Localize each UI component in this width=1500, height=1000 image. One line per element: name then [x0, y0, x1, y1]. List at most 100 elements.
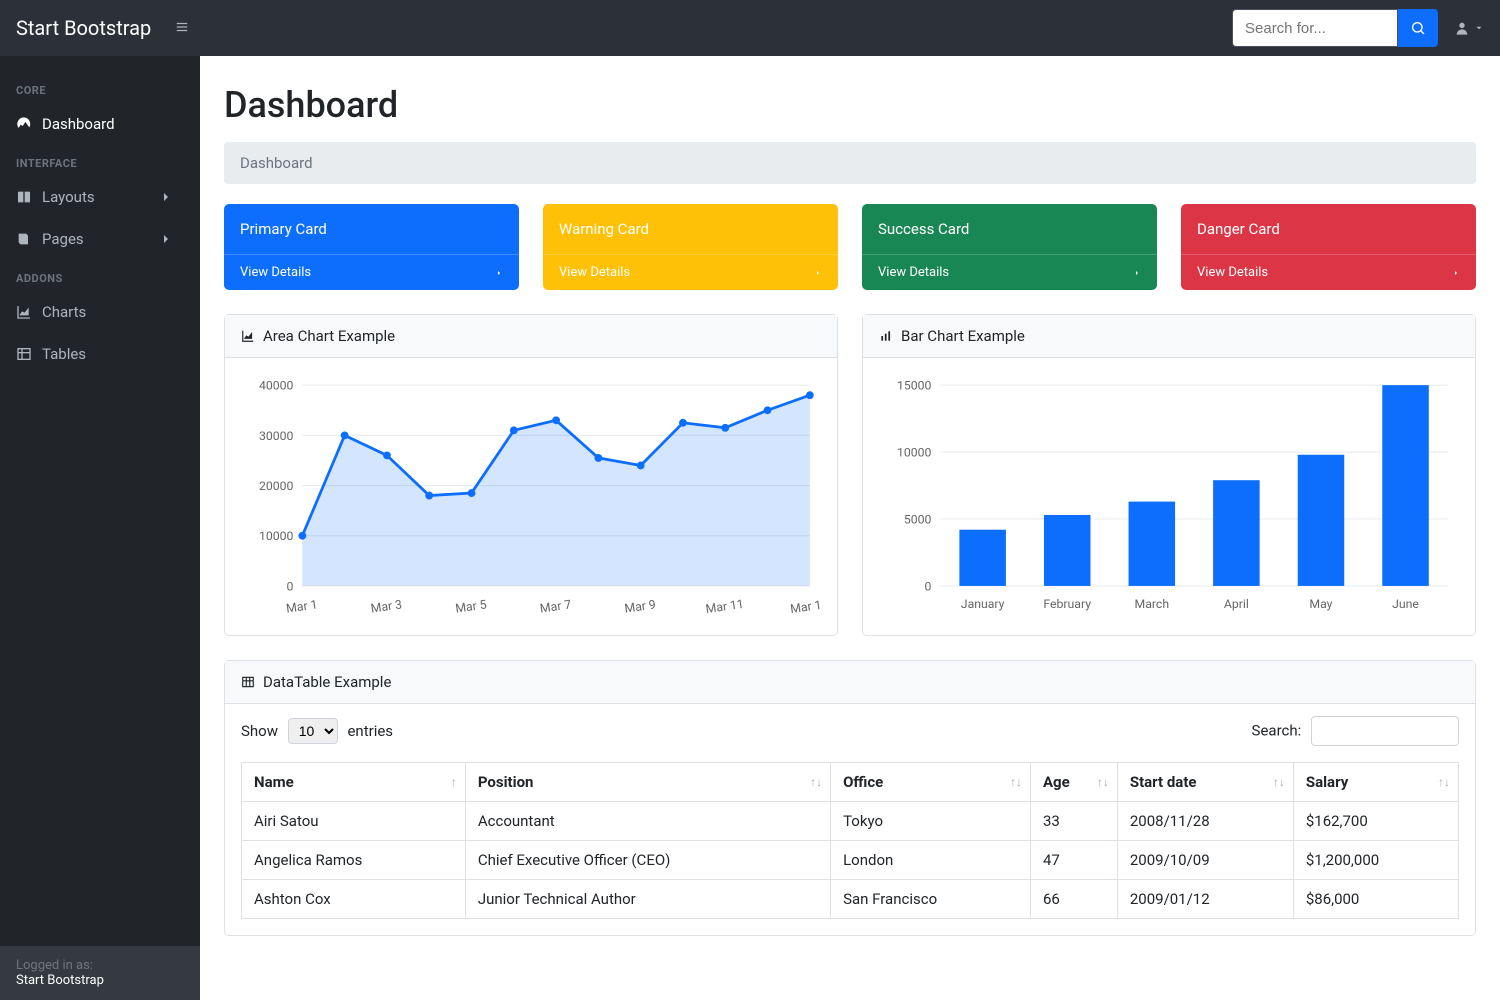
- table-search-input[interactable]: [1311, 716, 1459, 746]
- page-title: Dashboard: [224, 84, 1476, 126]
- sort-icon: ↑↓: [1438, 775, 1450, 789]
- svg-text:Mar 7: Mar 7: [539, 597, 572, 615]
- book-icon: [16, 231, 32, 247]
- datatable-panel: DataTable Example Show 10 entries Search…: [224, 660, 1476, 936]
- sidebar: COREDashboardINTERFACELayoutsPagesADDONS…: [0, 56, 200, 1000]
- brand[interactable]: Start Bootstrap: [16, 16, 151, 40]
- area-chart-title: Area Chart Example: [263, 327, 395, 345]
- area-chart-icon: [241, 329, 255, 343]
- table-search: Search:: [1252, 716, 1459, 746]
- breadcrumb: Dashboard: [224, 142, 1476, 184]
- logged-in-user: Start Bootstrap: [16, 973, 184, 988]
- hamburger-icon: [175, 20, 189, 34]
- chevron-right-icon: [158, 231, 174, 247]
- bar-chart-panel: Bar Chart Example 050001000015000January…: [862, 314, 1476, 636]
- stat-card-1: Warning CardView Details: [543, 204, 838, 290]
- area-chart: 0 10000 20000 30000 40000 Mar 1 Mar 3 Mar 5 Mar …: [241, 374, 821, 619]
- sort-icon: ↑↓: [1010, 775, 1022, 789]
- svg-text:20000: 20000: [259, 479, 294, 493]
- svg-text:April: April: [1224, 597, 1249, 611]
- sort-icon: ↑↓: [1097, 775, 1109, 789]
- col-age[interactable]: Age↑↓: [1030, 763, 1117, 802]
- stat-card-title: Primary Card: [224, 204, 519, 254]
- svg-text:0: 0: [287, 579, 294, 593]
- svg-text:February: February: [1043, 597, 1091, 611]
- nav-heading: INTERFACE: [0, 145, 200, 176]
- svg-text:June: June: [1392, 597, 1419, 611]
- table-row: Angelica RamosChief Executive Officer (C…: [242, 841, 1459, 880]
- top-bar: Start Bootstrap: [0, 0, 1500, 56]
- logged-in-label: Logged in as:: [16, 958, 184, 973]
- nav-heading: ADDONS: [0, 260, 200, 291]
- svg-text:5000: 5000: [904, 512, 932, 526]
- user-menu[interactable]: [1454, 20, 1484, 36]
- svg-text:40000: 40000: [259, 379, 294, 393]
- chevron-right-icon: [814, 267, 822, 279]
- chevron-right-icon: [495, 267, 503, 279]
- entries-select[interactable]: 10: [288, 718, 338, 744]
- svg-text:15000: 15000: [897, 379, 932, 393]
- svg-text:Mar 1: Mar 1: [285, 597, 318, 615]
- svg-text:30000: 30000: [259, 429, 294, 443]
- svg-text:0: 0: [925, 579, 932, 593]
- svg-text:Mar 5: Mar 5: [454, 597, 487, 615]
- area-chart-panel: Area Chart Example 0 10000 20000 30000 40000…: [224, 314, 838, 636]
- sidebar-item-tables[interactable]: Tables: [0, 333, 200, 375]
- chevron-right-icon: [1133, 267, 1141, 279]
- chevron-right-icon: [158, 189, 174, 205]
- stat-card-title: Warning Card: [543, 204, 838, 254]
- stat-card-2: Success CardView Details: [862, 204, 1157, 290]
- table-icon: [16, 346, 32, 362]
- search-icon: [1410, 20, 1426, 36]
- nav-heading: CORE: [0, 72, 200, 103]
- svg-text:Mar 9: Mar 9: [624, 597, 657, 615]
- col-office[interactable]: Office↑↓: [831, 763, 1031, 802]
- stat-card-link[interactable]: View Details: [543, 254, 838, 290]
- stat-card-link[interactable]: View Details: [1181, 254, 1476, 290]
- datatable-title: DataTable Example: [263, 673, 391, 691]
- table-icon: [241, 675, 255, 689]
- sort-icon: ↑↓: [1273, 775, 1285, 789]
- chevron-right-icon: [1452, 267, 1460, 279]
- sidebar-toggle-button[interactable]: [175, 19, 189, 38]
- stat-card-title: Danger Card: [1181, 204, 1476, 254]
- user-icon: [1454, 20, 1470, 36]
- table-row: Airi SatouAccountantTokyo332008/11/28$16…: [242, 802, 1459, 841]
- svg-text:January: January: [961, 597, 1005, 611]
- chevron-down-icon: [1474, 23, 1484, 33]
- search-input[interactable]: [1232, 9, 1398, 47]
- svg-text:May: May: [1309, 597, 1332, 611]
- sidebar-item-dashboard[interactable]: Dashboard: [0, 103, 200, 145]
- col-start-date[interactable]: Start date↑↓: [1117, 763, 1293, 802]
- svg-text:March: March: [1135, 597, 1170, 611]
- svg-text:Mar 13: Mar 13: [789, 597, 821, 616]
- stat-cards-row: Primary CardView DetailsWarning CardView…: [224, 204, 1476, 290]
- sort-asc-icon: ↑: [451, 775, 457, 789]
- sidebar-item-layouts[interactable]: Layouts: [0, 176, 200, 218]
- dashboard-icon: [16, 116, 32, 132]
- col-name[interactable]: Name↑: [242, 763, 466, 802]
- search-group: [1232, 9, 1438, 47]
- columns-icon: [16, 189, 32, 205]
- entries-control: Show 10 entries: [241, 718, 393, 744]
- stat-card-title: Success Card: [862, 204, 1157, 254]
- main-content: Dashboard Dashboard Primary CardView Det…: [200, 56, 1500, 976]
- table-row: Ashton CoxJunior Technical AuthorSan Fra…: [242, 880, 1459, 919]
- svg-text:Mar 3: Mar 3: [370, 597, 403, 615]
- stat-card-link[interactable]: View Details: [224, 254, 519, 290]
- bar-chart: 0 5000 10000 15000 January February March April…: [879, 374, 1459, 619]
- svg-text:10000: 10000: [897, 446, 932, 460]
- stat-card-link[interactable]: View Details: [862, 254, 1157, 290]
- sidebar-item-pages[interactable]: Pages: [0, 218, 200, 260]
- sort-icon: ↑↓: [810, 775, 822, 789]
- bar-chart-icon: [879, 329, 893, 343]
- stat-card-3: Danger CardView Details: [1181, 204, 1476, 290]
- svg-text:Mar 11: Mar 11: [705, 597, 745, 616]
- col-position[interactable]: Position↑↓: [465, 763, 830, 802]
- svg-text:10000: 10000: [259, 529, 294, 543]
- col-salary[interactable]: Salary↑↓: [1293, 763, 1458, 802]
- stat-card-0: Primary CardView Details: [224, 204, 519, 290]
- search-button[interactable]: [1398, 9, 1438, 47]
- area-chart-icon: [16, 304, 32, 320]
- sidebar-item-charts[interactable]: Charts: [0, 291, 200, 333]
